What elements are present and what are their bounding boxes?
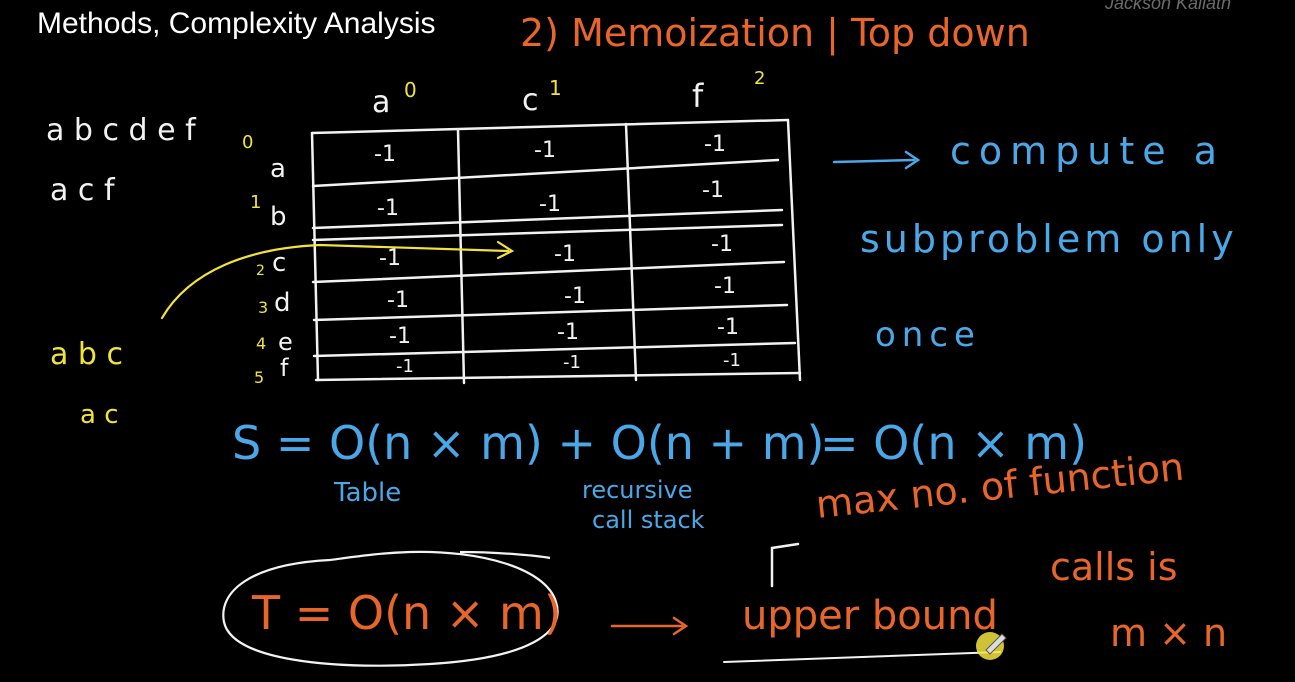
note-line-3: once <box>875 315 981 355</box>
time-formula: T = O(n × m) <box>252 586 562 640</box>
cell-3-1: -1 <box>564 284 586 309</box>
upper-bound-label: upper bound <box>742 593 998 639</box>
cell-5-0: -1 <box>396 356 414 377</box>
note-line-1: compute a <box>950 129 1226 173</box>
cell-4-2: -1 <box>717 315 739 340</box>
note-line-2: subproblem only <box>860 217 1238 261</box>
reason-line-3: m × n <box>1110 611 1228 655</box>
cell-0-0: -1 <box>374 142 396 167</box>
cell-5-1: -1 <box>563 352 581 373</box>
space-label-table: Table <box>334 478 402 508</box>
pen-cursor-icon <box>976 632 1007 660</box>
cell-2-1: -1 <box>554 242 576 267</box>
space-formula: S = O(n × m) + O(n + m) <box>232 416 825 470</box>
cell-2-2: -1 <box>711 232 733 257</box>
cell-3-0: -1 <box>387 288 409 313</box>
cell-4-0: -1 <box>389 324 411 349</box>
space-label-call-stack: call stack <box>592 506 705 534</box>
bracket-mark <box>770 542 800 588</box>
reason-line-2: calls is <box>1050 545 1178 589</box>
whiteboard-canvas: Methods, Complexity Analysis Jackson Kal… <box>0 0 1295 678</box>
cell-4-1: -1 <box>557 320 579 345</box>
cell-5-2: -1 <box>723 350 741 371</box>
cell-1-2: -1 <box>702 178 724 203</box>
cell-0-1: -1 <box>534 138 556 163</box>
note-arrow-icon <box>832 150 921 170</box>
cell-1-0: -1 <box>377 196 399 221</box>
space-label-recursive: recursive <box>582 476 693 504</box>
cell-2-0: -1 <box>379 246 401 271</box>
cell-1-1: -1 <box>539 192 561 217</box>
upper-bound-arrow-icon <box>610 616 689 636</box>
cell-0-2: -1 <box>704 132 726 157</box>
cell-3-2: -1 <box>714 274 736 299</box>
